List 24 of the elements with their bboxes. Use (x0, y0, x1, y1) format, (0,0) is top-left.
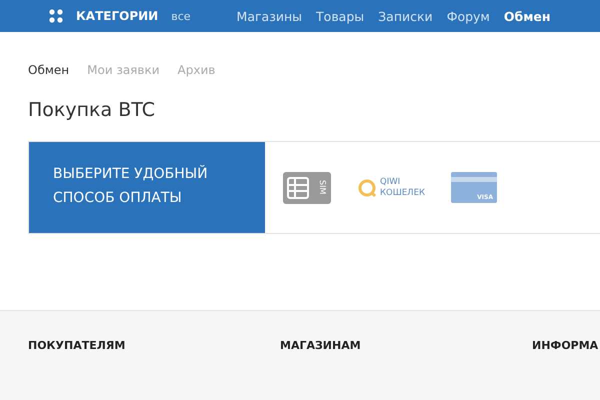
sim-label: SIM (318, 180, 327, 195)
all-link[interactable]: все (171, 10, 191, 22)
footer-heading: ИНФОРМА (532, 339, 600, 354)
card-stripe (450, 177, 497, 182)
wallet-label: КОШЕЛЕК (380, 188, 425, 198)
nav-link[interactable]: Товары (316, 8, 364, 24)
chip-icon (287, 176, 310, 198)
nav-link[interactable]: Записки (378, 8, 433, 24)
ring-icon (357, 178, 377, 198)
grid-dots-icon[interactable] (49, 9, 63, 23)
sim-card-option[interactable]: SIM (283, 172, 331, 204)
page-title: Покупка BTC (28, 99, 156, 121)
qiwi-label: QIWI (380, 176, 402, 188)
tab[interactable]: Архив (178, 63, 216, 77)
nav-link[interactable]: Форум (446, 8, 490, 24)
qiwi-option[interactable]: QIWI КОШЕЛЕК (357, 176, 425, 198)
nav-link[interactable]: Обмен (504, 8, 551, 24)
nav-link[interactable]: Магазины (236, 8, 302, 24)
tab[interactable]: Мои заявки (87, 63, 160, 77)
tab[interactable]: Обмен (28, 63, 70, 77)
payment-prompt: ВЫБЕРИТЕ УДОБНЫЙ СПОСОБ ОПЛАТЫ (29, 142, 265, 233)
footer-heading: ПОКУПАТЕЛЯМ (28, 339, 126, 354)
categories-link[interactable]: КАТЕГОРИИ (76, 9, 158, 23)
footer-heading: МАГАЗИНАМ (280, 339, 362, 354)
